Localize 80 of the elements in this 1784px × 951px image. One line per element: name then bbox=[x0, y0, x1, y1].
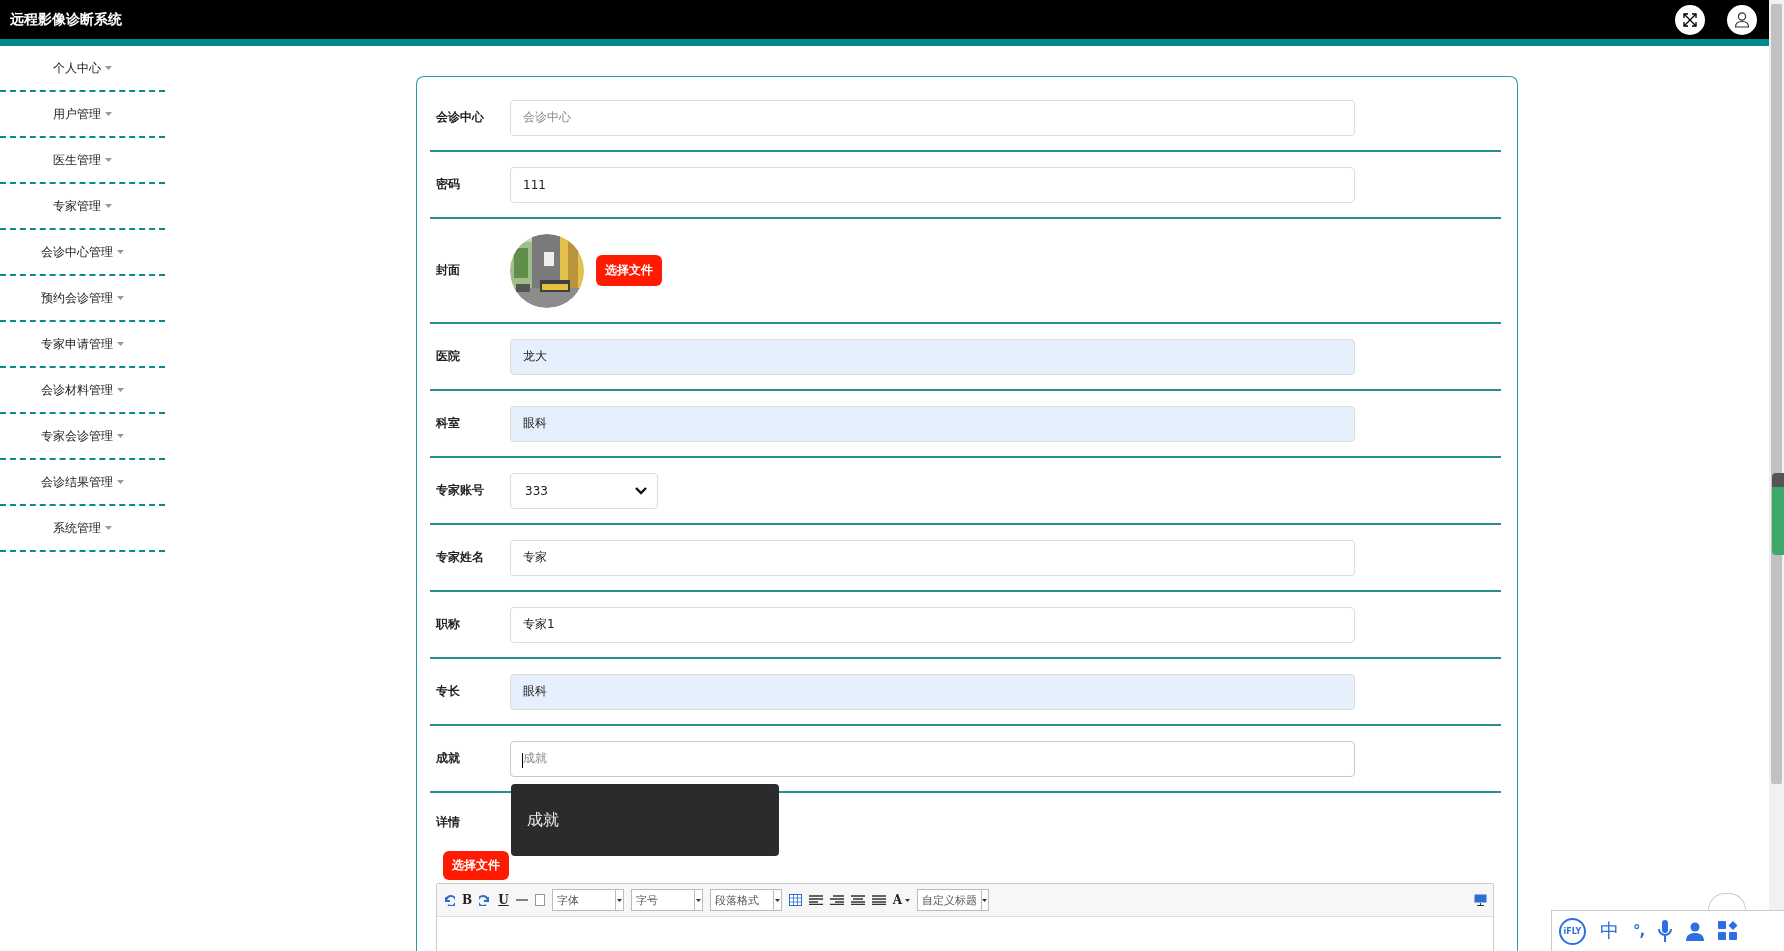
apps-icon[interactable] bbox=[1718, 921, 1739, 941]
caret-icon bbox=[904, 898, 910, 902]
input-field[interactable]: 眼科 bbox=[510, 673, 1355, 710]
input-field[interactable]: 会诊中心 bbox=[510, 99, 1355, 136]
field-label: 密码 bbox=[436, 176, 461, 193]
punctuation-button[interactable]: °, bbox=[1633, 922, 1645, 940]
field-label: 医院 bbox=[436, 348, 461, 365]
caret-icon bbox=[774, 898, 780, 902]
field-label: 专家姓名 bbox=[436, 549, 485, 566]
caret-icon bbox=[117, 342, 124, 346]
user-button[interactable] bbox=[1727, 4, 1757, 35]
underline-button[interactable]: U bbox=[498, 893, 509, 907]
chevron-down-icon bbox=[635, 486, 647, 495]
monitor-icon[interactable] bbox=[1474, 894, 1487, 906]
caret-icon bbox=[982, 898, 988, 902]
align-right-icon[interactable] bbox=[829, 895, 844, 905]
caret-icon bbox=[616, 898, 622, 902]
choose-file-button[interactable]: 选择文件 bbox=[443, 851, 509, 880]
toolbar-dropdown[interactable]: 字体 bbox=[551, 889, 624, 911]
field-label: 成就 bbox=[436, 750, 461, 767]
field-label: 会诊中心 bbox=[436, 109, 485, 126]
field-label: 科室 bbox=[436, 415, 461, 432]
app-title: 远程影像诊断系统 bbox=[10, 10, 123, 29]
sidebar-item[interactable]: 会诊中心管理 bbox=[41, 243, 113, 261]
caret-icon bbox=[117, 388, 124, 392]
fullscreen-button[interactable] bbox=[1675, 4, 1705, 35]
sidebar-item[interactable]: 预约会诊管理 bbox=[41, 289, 113, 307]
caret-icon bbox=[105, 66, 112, 70]
caret-icon bbox=[117, 480, 124, 484]
caret-icon bbox=[117, 296, 124, 300]
select-field[interactable]: 333 bbox=[510, 472, 658, 509]
field-label: 专家账号 bbox=[436, 482, 485, 499]
caret-icon bbox=[105, 526, 112, 530]
field-label: 专长 bbox=[436, 683, 461, 700]
align-left-icon[interactable] bbox=[808, 895, 823, 905]
sidebar-item[interactable]: 专家会诊管理 bbox=[41, 427, 113, 445]
caret-icon bbox=[105, 204, 112, 208]
sidebar-item[interactable]: 医生管理 bbox=[53, 151, 101, 169]
choose-file-button[interactable]: 选择文件 bbox=[596, 255, 662, 286]
caret-icon bbox=[117, 250, 124, 254]
field-label: 详情 bbox=[436, 813, 461, 831]
sidebar-item[interactable]: 会诊材料管理 bbox=[41, 381, 113, 399]
field-label: 职称 bbox=[436, 616, 461, 633]
expand-icon bbox=[1682, 11, 1698, 28]
input-field[interactable]: 专家 bbox=[510, 539, 1355, 576]
field-label: 封面 bbox=[436, 262, 461, 279]
input-field[interactable]: 111 bbox=[510, 166, 1355, 203]
undo-icon[interactable] bbox=[443, 894, 455, 906]
input-field[interactable]: 龙大 bbox=[510, 338, 1355, 375]
person-icon[interactable] bbox=[1686, 921, 1705, 941]
align-center-icon[interactable] bbox=[850, 895, 865, 905]
page-icon[interactable] bbox=[534, 894, 545, 906]
sidebar-item[interactable]: 系统管理 bbox=[53, 519, 101, 537]
caret-icon bbox=[105, 158, 112, 162]
ime-logo[interactable]: iFLY bbox=[1559, 917, 1586, 945]
input-field[interactable]: 成就 bbox=[510, 740, 1355, 777]
microphone-icon[interactable] bbox=[1658, 920, 1673, 942]
sidebar-item[interactable]: 用户管理 bbox=[53, 105, 101, 123]
toolbar-dropdown[interactable]: 字号 bbox=[630, 889, 703, 911]
caret-icon bbox=[117, 434, 124, 438]
tooltip: 成就 bbox=[511, 784, 779, 856]
input-mode-button[interactable]: 中 bbox=[1600, 918, 1619, 944]
bold-button[interactable]: B bbox=[462, 893, 473, 907]
justify-icon[interactable] bbox=[871, 895, 886, 905]
scrollbar-thumb[interactable] bbox=[1771, 4, 1782, 784]
input-field[interactable]: 专家1 bbox=[510, 606, 1355, 643]
sidebar-item[interactable]: 专家管理 bbox=[53, 197, 101, 215]
user-icon bbox=[1734, 11, 1750, 28]
caret-icon bbox=[105, 112, 112, 116]
sidebar-item[interactable]: 会诊结果管理 bbox=[41, 473, 113, 491]
toolbar-dropdown[interactable]: 自定义标题 bbox=[916, 889, 989, 911]
input-field[interactable]: 眼科 bbox=[510, 405, 1355, 442]
side-handle[interactable] bbox=[1772, 473, 1784, 555]
caret-icon bbox=[695, 898, 701, 902]
sidebar-item[interactable]: 个人中心 bbox=[53, 59, 101, 77]
sidebar-item[interactable]: 专家申请管理 bbox=[41, 335, 113, 353]
redo-icon[interactable] bbox=[479, 894, 492, 906]
text-color-button[interactable]: A bbox=[892, 893, 902, 907]
toolbar-dropdown[interactable]: 段落格式 bbox=[709, 889, 782, 911]
table-icon[interactable] bbox=[788, 894, 802, 906]
